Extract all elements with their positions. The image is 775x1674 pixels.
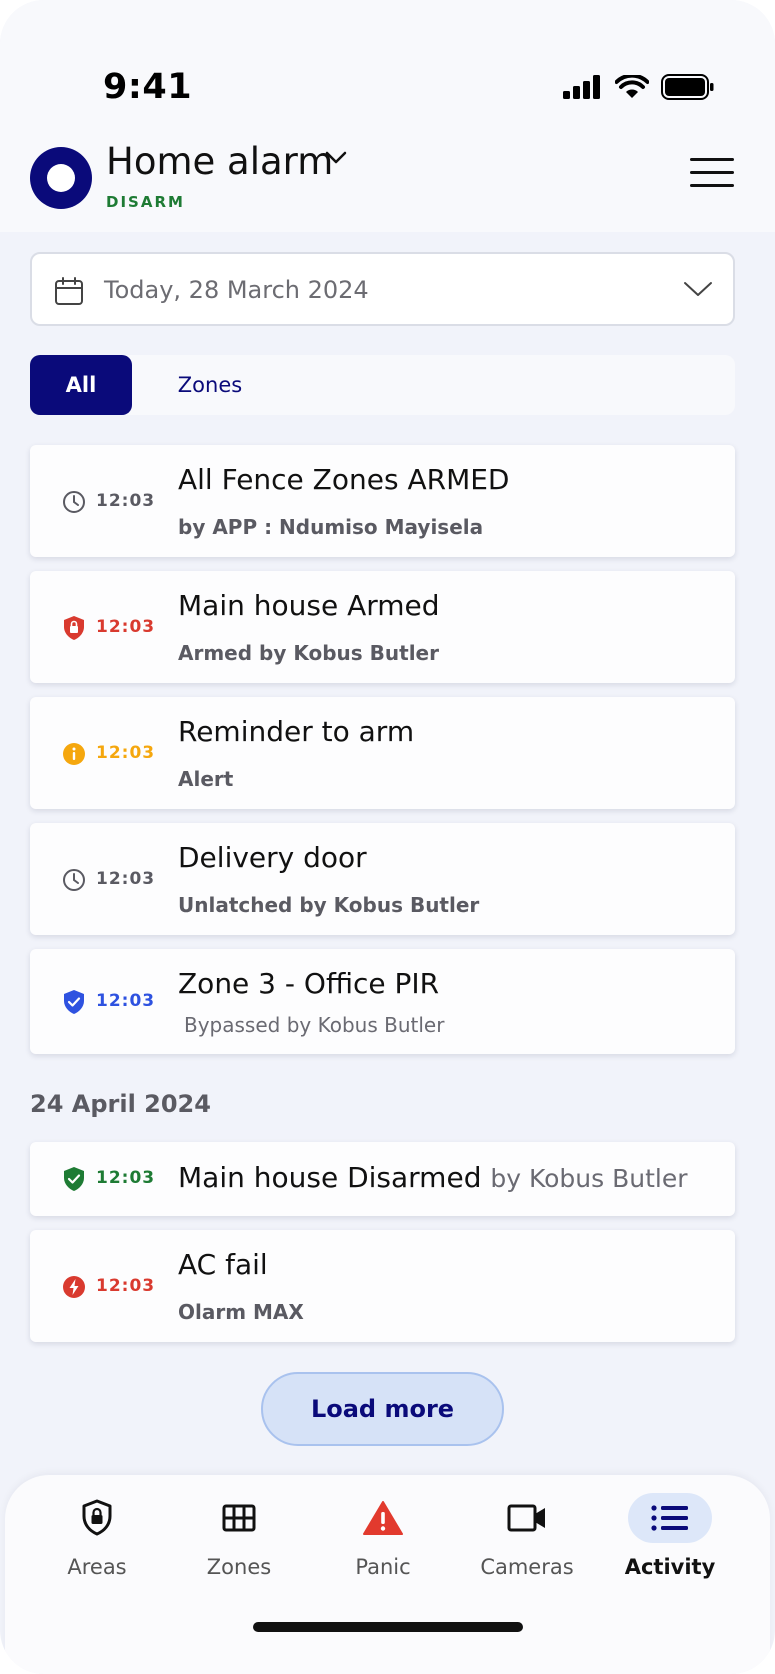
- event-title: Delivery door: [178, 841, 367, 874]
- event-card[interactable]: 12:03 All Fence Zones ARMED by APP : Ndu…: [30, 445, 735, 557]
- nav-panic[interactable]: Panic: [318, 1493, 448, 1593]
- event-subtitle: Bypassed by Kobus Butler: [184, 1013, 445, 1037]
- nav-activity[interactable]: Activity: [605, 1493, 735, 1593]
- phone-screen: 9:41 Home alarm DISARM Today, 28 March 2…: [0, 0, 775, 1674]
- grid-icon: [222, 1504, 256, 1532]
- nav-zones[interactable]: Zones: [174, 1493, 304, 1593]
- status-icons: [563, 74, 715, 100]
- nav-areas[interactable]: Areas: [32, 1493, 162, 1593]
- nav-cameras[interactable]: Cameras: [462, 1493, 592, 1593]
- event-subtitle: by APP : Ndumiso Mayisela: [178, 515, 484, 539]
- event-subtitle: Alert: [178, 767, 234, 791]
- shield-lock-icon: [82, 1499, 112, 1536]
- event-subtitle: Unlatched by Kobus Butler: [178, 893, 480, 917]
- menu-bar: [690, 158, 734, 161]
- chevron-down-icon[interactable]: [325, 150, 347, 166]
- event-time: 12:03: [96, 743, 156, 763]
- section-date-label: 24 April 2024: [30, 1090, 211, 1118]
- event-title: Main house Disarmed: [178, 1161, 482, 1194]
- event-time: 12:03: [96, 1168, 156, 1188]
- event-card[interactable]: 12:03 Reminder to arm Alert: [30, 697, 735, 809]
- nav-label: Cameras: [480, 1555, 574, 1579]
- battery-icon: [661, 74, 714, 100]
- area-title[interactable]: Home alarm: [106, 140, 333, 183]
- event-card[interactable]: 12:03 Main house Disarmed by Kobus Butle…: [30, 1142, 735, 1216]
- menu-bar: [690, 171, 734, 174]
- arm-state-label: DISARM: [106, 193, 185, 211]
- wifi-icon: [615, 75, 649, 98]
- signal-icon: [563, 75, 600, 99]
- nav-label: Areas: [67, 1555, 127, 1579]
- tab-all[interactable]: All: [30, 355, 132, 415]
- clock-icon: [63, 869, 85, 891]
- event-time: 12:03: [96, 1276, 156, 1296]
- event-time: 12:03: [96, 991, 156, 1011]
- status-time: 9:41: [103, 67, 193, 107]
- bottom-nav: Areas Zones Panic Cameras Activity: [5, 1475, 770, 1674]
- event-title-row: Main house Disarmed by Kobus Butler: [178, 1161, 688, 1194]
- event-subtitle: by Kobus Butler: [490, 1164, 688, 1193]
- menu-button[interactable]: [690, 158, 734, 188]
- nav-label: Activity: [624, 1555, 716, 1579]
- event-title: Main house Armed: [178, 589, 440, 622]
- event-subtitle: Olarm MAX: [178, 1300, 304, 1324]
- event-title: Zone 3 - Office PIR: [178, 967, 440, 1000]
- calendar-icon: [55, 277, 83, 305]
- event-card[interactable]: 12:03 Zone 3 - Office PIR Bypassed by Ko…: [30, 949, 735, 1054]
- date-picker[interactable]: Today, 28 March 2024: [30, 252, 735, 326]
- event-subtitle: Armed by Kobus Butler: [178, 641, 439, 665]
- home-indicator[interactable]: [253, 1622, 523, 1632]
- lock-shield-icon: [64, 616, 84, 640]
- load-more-button[interactable]: Load more: [261, 1372, 504, 1446]
- warning-icon: [363, 1501, 403, 1535]
- menu-bar: [690, 184, 734, 187]
- event-title: All Fence Zones ARMED: [178, 463, 510, 496]
- clock-icon: [63, 491, 85, 513]
- video-camera-icon: [507, 1504, 545, 1532]
- header-area: 9:41 Home alarm DISARM: [0, 0, 775, 232]
- brand-logo: [30, 147, 92, 209]
- nav-label: Zones: [206, 1555, 272, 1579]
- event-title: Reminder to arm: [178, 715, 415, 748]
- tab-zones[interactable]: Zones: [150, 355, 270, 415]
- list-icon: [651, 1505, 688, 1531]
- bolt-icon: [63, 1276, 85, 1298]
- shield-check-icon: [64, 990, 84, 1014]
- event-card[interactable]: 12:03 Main house Armed Armed by Kobus Bu…: [30, 571, 735, 683]
- event-time: 12:03: [96, 617, 156, 637]
- nav-label: Panic: [355, 1555, 411, 1579]
- event-time: 12:03: [96, 491, 156, 511]
- date-label: Today, 28 March 2024: [104, 276, 369, 304]
- event-card[interactable]: 12:03 Delivery door Unlatched by Kobus B…: [30, 823, 735, 935]
- filter-tabs: All Zones: [30, 355, 735, 415]
- event-title: AC fail: [178, 1248, 268, 1281]
- chevron-down-icon: [684, 282, 712, 296]
- event-card[interactable]: 12:03 AC fail Olarm MAX: [30, 1230, 735, 1342]
- event-time: 12:03: [96, 869, 156, 889]
- shield-check-icon: [64, 1167, 84, 1191]
- info-icon: [63, 743, 85, 765]
